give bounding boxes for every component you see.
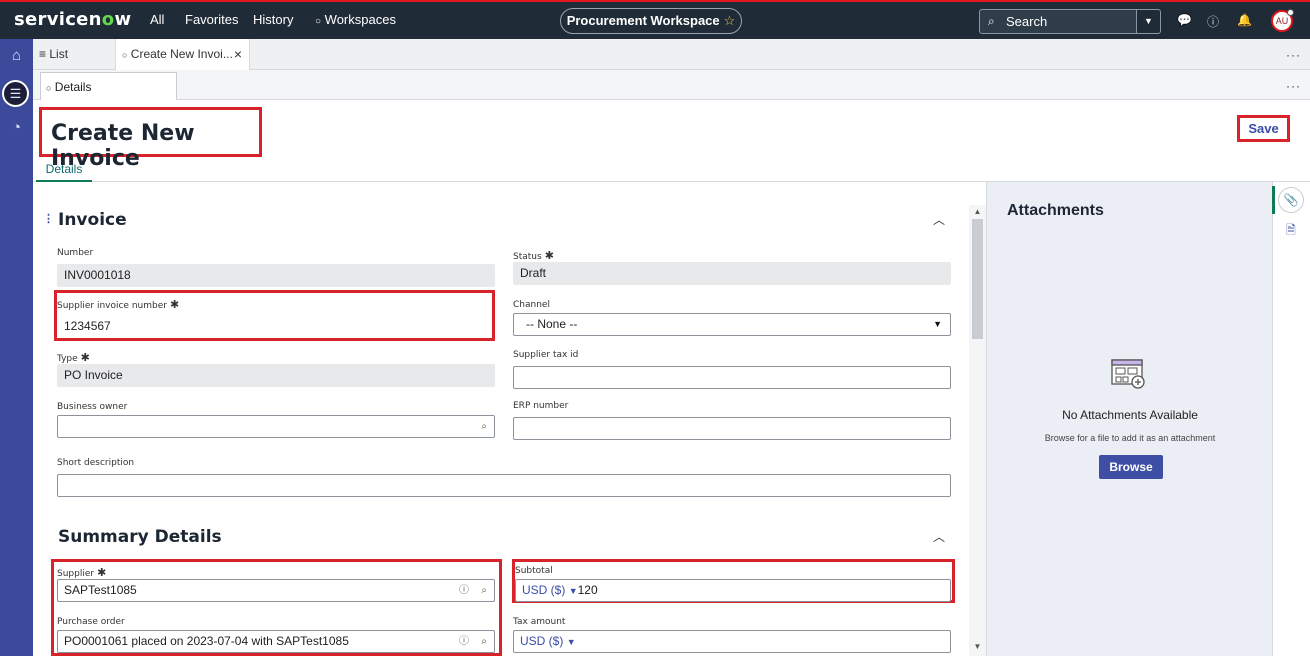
supplier-invoice-label: Supplier invoice number ✱ xyxy=(57,298,180,311)
record-header: Create New Invoice Save Details xyxy=(33,100,1310,182)
list-icon[interactable]: ☰ xyxy=(2,80,29,107)
page-title: Create New Invoice xyxy=(39,107,262,171)
number-label: Number xyxy=(57,248,94,258)
type-field: PO Invoice xyxy=(57,364,495,387)
nav-favorites[interactable]: Favorites xyxy=(185,12,238,27)
analytics-icon[interactable]: ◔ xyxy=(0,119,33,136)
chat-icon[interactable]: 💬 xyxy=(1177,13,1192,27)
bell-icon[interactable]: 🔔 xyxy=(1237,13,1252,27)
browse-button[interactable]: Browse xyxy=(1099,455,1163,479)
circle-icon: ○ xyxy=(46,83,52,93)
active-indicator xyxy=(1272,186,1275,214)
more-icon[interactable]: ··· xyxy=(1286,79,1301,93)
supplier-label: Supplier ✱ xyxy=(57,566,107,579)
tab-list[interactable]: ≡ List xyxy=(33,39,115,70)
section-title-summary: Summary Details xyxy=(58,527,222,547)
search-icon[interactable]: ⌕ xyxy=(481,631,487,652)
home-icon[interactable]: ⌂ xyxy=(0,47,33,64)
search-icon: ⌕ xyxy=(988,14,995,28)
chevron-up-icon[interactable]: ︿ xyxy=(933,528,945,545)
document-icon[interactable]: 🗎 xyxy=(1279,218,1303,242)
scroll-up-icon[interactable]: ▲ xyxy=(969,207,986,216)
chevron-up-icon[interactable]: ︿ xyxy=(933,211,945,228)
circle-icon: ○ xyxy=(315,16,322,27)
circle-icon: ○ xyxy=(122,50,128,60)
paperclip-icon[interactable]: 📎 xyxy=(1279,188,1303,212)
info-icon[interactable]: ⓘ xyxy=(459,631,469,652)
tab-create-new-invoice[interactable]: ○ Create New Invoi... × xyxy=(115,39,250,70)
attachments-title: Attachments xyxy=(1007,202,1104,219)
required-icon: ✱ xyxy=(544,249,554,262)
business-owner-label: Business owner xyxy=(57,402,128,412)
subtotal-label: Subtotal xyxy=(515,566,553,576)
required-icon: ✱ xyxy=(169,298,180,311)
short-description-field[interactable] xyxy=(57,474,951,497)
more-icon[interactable]: ··· xyxy=(1286,48,1301,62)
currency-select[interactable]: USD ($) ▼ xyxy=(520,634,576,648)
business-owner-field[interactable]: ⌕ xyxy=(57,415,495,438)
erp-number-field[interactable] xyxy=(513,417,951,440)
supplier-field[interactable]: SAPTest1085 ⓘ ⌕ xyxy=(57,579,495,602)
no-attachments-text: No Attachments Available xyxy=(1062,408,1198,422)
record-subtabs: ○ Details ··· xyxy=(33,70,1310,101)
purchase-order-field[interactable]: PO0001061 placed on 2023-07-04 with SAPT… xyxy=(57,630,495,653)
required-icon: ✱ xyxy=(97,566,107,579)
channel-label: Channel xyxy=(513,300,550,310)
attachments-hint: Browse for a file to add it as an attach… xyxy=(1044,433,1216,443)
nav-history[interactable]: History xyxy=(253,12,293,27)
attachments-panel: Attachments No Attachments Available Bro… xyxy=(986,182,1272,656)
required-icon: ✱ xyxy=(80,351,90,364)
global-search-input[interactable]: ⌕ Search xyxy=(979,9,1137,34)
short-description-label: Short description xyxy=(57,458,135,468)
supplier-tax-label: Supplier tax id xyxy=(513,350,579,360)
number-field: INV0001018 xyxy=(57,264,495,287)
subtab-details[interactable]: ○ Details xyxy=(40,72,177,101)
supplier-tax-field[interactable] xyxy=(513,366,951,389)
left-rail: ⌂ ☰ ◔ xyxy=(0,39,33,656)
caret-down-icon: ▼ xyxy=(568,586,578,596)
tax-amount-label: Tax amount xyxy=(513,617,566,627)
scroll-down-icon[interactable]: ▼ xyxy=(969,642,986,651)
tax-amount-field[interactable]: USD ($) ▼ xyxy=(513,630,951,653)
workspace-pill[interactable]: Procurement Workspace ☆ xyxy=(560,8,742,34)
attachment-empty-icon xyxy=(1111,359,1145,389)
tab-details[interactable]: Details xyxy=(36,160,92,182)
save-button[interactable]: Save xyxy=(1237,115,1290,142)
supplier-invoice-field[interactable]: 1234567 xyxy=(57,315,492,338)
nav-workspaces[interactable]: ○ Workspaces xyxy=(315,12,396,27)
section-title-invoice: Invoice xyxy=(58,210,127,230)
servicenow-logo[interactable]: servicenow xyxy=(14,9,131,30)
purchase-order-label: Purchase order xyxy=(57,617,125,627)
search-scope-dropdown[interactable]: ▼ xyxy=(1136,9,1161,34)
contextual-sidebar: 📎 🗎 xyxy=(1272,182,1310,656)
status-label: Status ✱ xyxy=(513,249,554,262)
channel-select[interactable]: -- None -- ▼ xyxy=(513,313,951,336)
list-icon: ≡ xyxy=(39,47,47,61)
caret-down-icon: ▼ xyxy=(566,637,576,647)
type-label: Type ✱ xyxy=(57,351,90,364)
invoice-form: ⋮ Invoice ︿ Number INV0001018 Status ✱ Dr… xyxy=(33,182,969,656)
subtotal-field[interactable]: USD ($) ▼120 xyxy=(515,579,951,602)
chevron-down-icon: ▼ xyxy=(933,319,942,329)
workspace-tabs: ≡ List ○ Create New Invoi... × ··· xyxy=(33,39,1310,70)
star-icon[interactable]: ☆ xyxy=(724,13,736,28)
search-icon[interactable]: ⌕ xyxy=(481,580,487,601)
form-scrollbar[interactable]: ▲ ▼ xyxy=(969,205,986,656)
currency-select[interactable]: USD ($) ▼ xyxy=(522,583,578,597)
drag-handle-icon[interactable]: ⋮ xyxy=(43,212,54,225)
user-avatar[interactable]: AU xyxy=(1271,9,1294,32)
status-field: Draft xyxy=(513,262,951,285)
info-icon[interactable]: ⓘ xyxy=(459,580,469,601)
top-navigation-bar: servicenow All Favorites History ○ Works… xyxy=(0,0,1310,39)
nav-all[interactable]: All xyxy=(150,12,164,27)
erp-number-label: ERP number xyxy=(513,401,569,411)
scroll-thumb[interactable] xyxy=(972,219,983,339)
close-icon[interactable]: × xyxy=(234,39,242,70)
help-icon[interactable]: ⓘ xyxy=(1207,13,1219,30)
search-icon[interactable]: ⌕ xyxy=(481,416,487,437)
